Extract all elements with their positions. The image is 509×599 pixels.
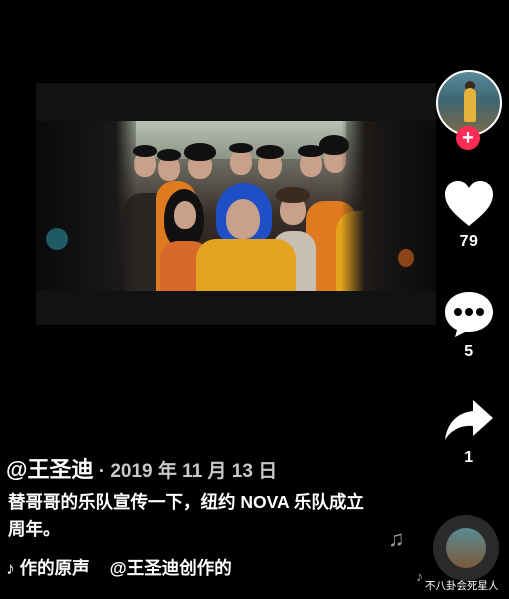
video-frame-image xyxy=(36,121,436,291)
video-player[interactable] xyxy=(36,83,436,325)
plus-icon: + xyxy=(462,127,474,149)
share-button[interactable]: 1 xyxy=(437,398,501,467)
share-icon xyxy=(445,400,493,440)
music-note-icon: ♪ xyxy=(6,558,15,578)
music-note-icon: ♫ xyxy=(388,526,405,551)
music-info[interactable]: ♪ 作的原声 @王圣迪创作的 xyxy=(6,555,232,580)
watermark: 不八卦会死星人 xyxy=(425,580,499,592)
post-date: 2019 年 11 月 13 日 xyxy=(110,461,278,482)
creator-avatar-group[interactable]: + xyxy=(436,70,502,150)
heart-icon xyxy=(445,181,493,226)
author-line: @王圣迪 · 2019 年 11 月 13 日 xyxy=(6,452,277,484)
music-title-left: 作的原声 xyxy=(19,558,90,578)
share-count: 1 xyxy=(464,449,474,466)
music-title-right: @王圣迪创作的 xyxy=(109,558,232,578)
date-separator: · xyxy=(93,461,111,482)
comment-count: 5 xyxy=(464,343,474,360)
music-note-icon: ♪ xyxy=(416,568,423,584)
comment-icon xyxy=(445,292,493,337)
follow-button[interactable]: + xyxy=(456,126,480,150)
author-name[interactable]: @王圣迪 xyxy=(6,457,93,482)
video-caption: 替哥哥的乐队宣传一下，纽约 NOVA 乐队成立周年。 xyxy=(8,492,364,539)
music-disc-cover xyxy=(446,528,486,568)
comment-button[interactable]: 5 xyxy=(437,290,501,361)
like-button[interactable]: 79 xyxy=(437,180,501,251)
like-count: 79 xyxy=(459,233,479,250)
music-disc[interactable] xyxy=(433,515,499,581)
